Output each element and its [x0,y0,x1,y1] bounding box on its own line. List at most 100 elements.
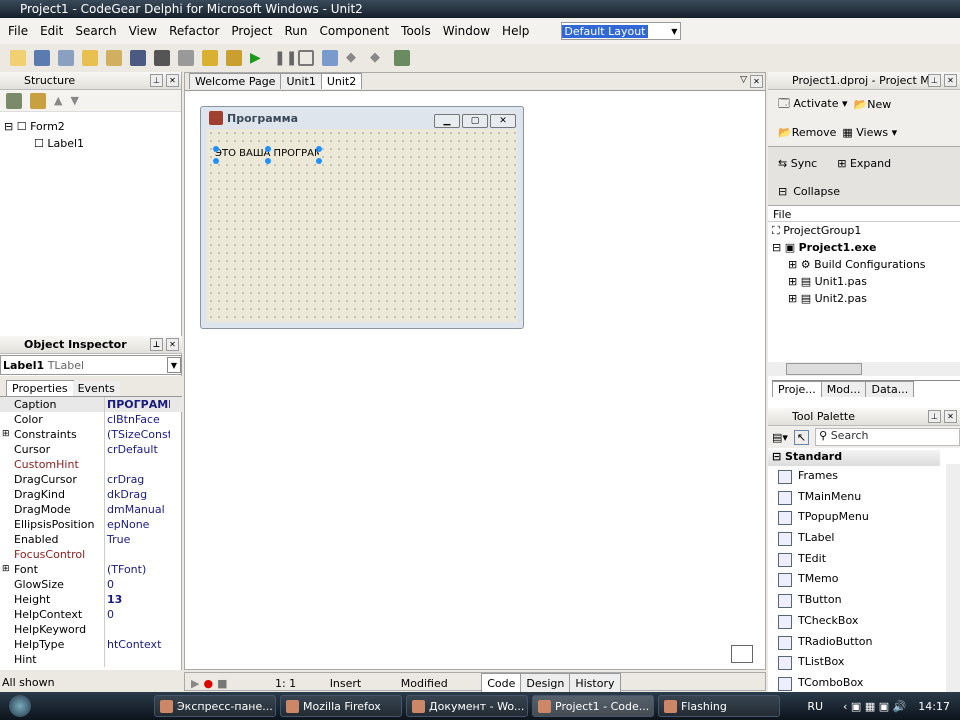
tree-item-project[interactable]: ⊟ ▣ Project1.exe [772,239,960,256]
property-row[interactable]: HelpKeyword [0,622,182,637]
stop-icon[interactable] [298,50,314,66]
save-icon[interactable] [130,50,146,66]
selection-handle[interactable] [316,158,322,164]
close-file-icon[interactable] [178,50,194,66]
property-value[interactable]: (TSizeConstra [105,427,170,442]
collapse-button[interactable]: ⊟ Collapse [768,177,960,205]
palette-item[interactable]: TMemo [768,569,960,590]
pin-icon[interactable]: ⊥ [928,410,941,423]
palette-item[interactable]: TPopupMenu [768,507,960,528]
activate-button[interactable]: 🗔 Activate ▾ [778,95,848,114]
close-icon[interactable]: ✕ [166,74,179,87]
property-row[interactable]: Constraints⊞(TSizeConstra [0,427,182,442]
tab-welcome-page[interactable]: Welcome Page [189,73,282,89]
property-row[interactable]: Enabled True [0,532,182,547]
close-icon[interactable]: ✕ [750,75,763,88]
menu-edit[interactable]: Edit [40,24,63,38]
new-folder-icon[interactable] [6,92,22,109]
property-row[interactable]: Height 13 [0,592,182,607]
tab-model[interactable]: Mod... [820,381,867,397]
property-row[interactable]: Color clBtnFace [0,412,182,427]
task-delphi[interactable]: Project1 - Code... [532,695,654,717]
palette-item[interactable]: TEdit [768,549,960,570]
property-value[interactable]: (TFont) [105,562,170,577]
property-value[interactable]: clBtnFace [105,412,170,427]
task-express-panel[interactable]: Экспресс-пане... [154,695,276,717]
palette-item[interactable]: Frames [768,466,960,487]
tree-item-build-configurations[interactable]: ⊞ ⚙ Build Configurations [772,256,960,273]
up-arrow-icon[interactable]: ▲ [54,94,62,107]
task-firefox[interactable]: Mozilla Firefox [280,695,402,717]
start-button[interactable] [0,692,40,720]
pause-icon[interactable]: ❚❚ [274,50,297,66]
delete-icon[interactable] [30,92,46,109]
tree-item-label1[interactable]: ☐ Label1 [4,135,181,152]
tab-data[interactable]: Data... [865,381,915,397]
property-value[interactable] [105,547,170,562]
palette-item[interactable]: TLabel [768,528,960,549]
property-row[interactable]: CustomHint [0,457,182,472]
menu-search[interactable]: Search [75,24,116,38]
property-value[interactable]: dmManual [105,502,170,517]
palette-item[interactable]: TCheckBox [768,611,960,632]
form-preview-icon[interactable] [731,645,753,663]
tab-unit1[interactable]: Unit1 [280,73,322,89]
menu-help[interactable]: Help [502,24,529,38]
back-arrow-icon[interactable]: ◆ [346,50,362,66]
property-value[interactable] [105,652,170,667]
down-arrow-icon[interactable]: ▼ [70,94,78,107]
component-icon[interactable] [394,50,410,66]
property-value[interactable]: ПРОГРАММ [105,397,170,412]
expand-button[interactable]: ⊞ Expand [837,157,891,170]
close-icon[interactable]: ✕ [490,114,516,128]
selection-handle[interactable] [213,158,219,164]
form-designer[interactable]: Программа ▁ ▢ ✕ ЭТО ВАША ПРОГРАММ [200,106,524,329]
property-row[interactable]: DragMode dmManual [0,502,182,517]
expand-icon[interactable]: ⊞ [2,562,10,577]
selection-handle[interactable] [213,146,219,152]
property-row[interactable]: HelpContext 0 [0,607,182,622]
property-row[interactable]: GlowSize 0 [0,577,182,592]
task-flashing[interactable]: Flashing [658,695,780,717]
property-row[interactable]: CaptionПРОГРАММ [0,397,182,412]
close-icon[interactable]: ✕ [944,74,957,87]
new-button[interactable]: 📂New [854,98,892,111]
property-row[interactable]: Font ⊞ (TFont) [0,562,182,577]
property-value[interactable]: crDrag [105,472,170,487]
tab-design[interactable]: Design [520,673,571,694]
open-icon[interactable] [82,50,98,66]
maximize-icon[interactable]: ▢ [462,114,488,128]
tree-item-unit1[interactable]: ⊞ ▤ Unit1.pas [772,273,960,290]
close-icon[interactable]: ✕ [944,410,957,423]
file-column-header[interactable]: File [768,208,960,222]
menu-refactor[interactable]: Refactor [169,24,219,38]
record-macro-icon[interactable]: ● [203,675,213,693]
play-macro-icon[interactable]: ▶ [191,675,199,693]
new-unit-icon[interactable] [58,50,74,66]
palette-scrollbar[interactable] [946,464,960,700]
menu-file[interactable]: File [8,24,28,38]
property-value[interactable]: 13 [105,592,170,607]
property-value[interactable]: dkDrag [105,487,170,502]
tab-properties[interactable]: Properties [6,380,74,396]
tree-item-projectgroup[interactable]: ⛶ ProjectGroup1 [772,222,960,239]
property-row[interactable]: DragKind dkDrag [0,487,182,502]
tab-events[interactable]: Events [72,381,120,396]
categories-icon[interactable]: ▤▾ [772,431,788,444]
close-icon[interactable]: ✕ [166,338,179,351]
palette-item[interactable]: TRadioButton [768,632,960,653]
remove-button[interactable]: 📂Remove [778,126,836,139]
property-value[interactable]: crDefault [105,442,170,457]
property-row[interactable]: DragCursor crDrag [0,472,182,487]
tree-item-unit2[interactable]: ⊞ ▤ Unit2.pas [772,290,960,307]
views-button[interactable]: ▦ Views ▾ [842,126,897,139]
selection-handle[interactable] [316,146,322,152]
horizontal-scrollbar[interactable] [768,362,960,376]
property-value[interactable]: True [105,532,170,547]
property-row[interactable]: Hint [0,652,182,667]
menu-project[interactable]: Project [231,24,272,38]
property-value[interactable]: 0 [105,607,170,622]
pin-icon[interactable]: ⊥ [928,74,941,87]
task-document[interactable]: Документ - Wo... [406,695,528,717]
step-icon[interactable] [322,50,338,66]
